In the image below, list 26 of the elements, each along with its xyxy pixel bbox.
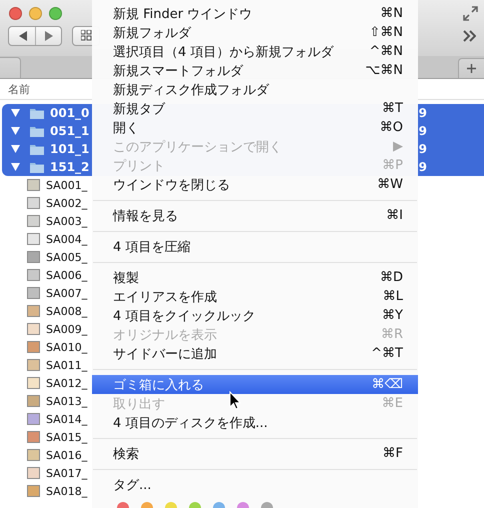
file-name: SA002_ xyxy=(46,196,88,210)
file-name: SA018_ xyxy=(46,484,88,498)
file-name: SA008_ xyxy=(46,304,88,318)
date-cell-text: 9 xyxy=(418,160,428,174)
file-name: SA001_ xyxy=(46,178,88,192)
file-name: SA009_ xyxy=(46,322,88,336)
file-name: SA010_ xyxy=(46,340,88,354)
folder-name: 151_2 xyxy=(50,160,90,174)
file-name: SA012_ xyxy=(46,376,88,390)
file-name: SA014_ xyxy=(46,412,88,426)
file-name: SA005_ xyxy=(46,250,88,264)
file-name: SA016_ xyxy=(46,448,88,462)
folder-name: 101_1 xyxy=(50,142,90,156)
file-name: SA006_ xyxy=(46,268,88,282)
file-name: SA015_ xyxy=(46,430,88,444)
date-cell-text: 9 xyxy=(418,106,428,120)
folder-name: 051_1 xyxy=(50,124,90,138)
file-name: SA017_ xyxy=(46,466,88,480)
date-cell-text: 9 xyxy=(418,124,428,138)
file-name: SA007_ xyxy=(46,286,88,300)
file-name: SA011_ xyxy=(46,358,88,372)
file-name: SA004_ xyxy=(46,232,88,246)
file-name: SA013_ xyxy=(46,394,88,408)
folder-name: 001_0 xyxy=(50,106,90,120)
file-name: SA003_ xyxy=(46,214,88,228)
date-cell-text: 9 xyxy=(418,142,428,156)
